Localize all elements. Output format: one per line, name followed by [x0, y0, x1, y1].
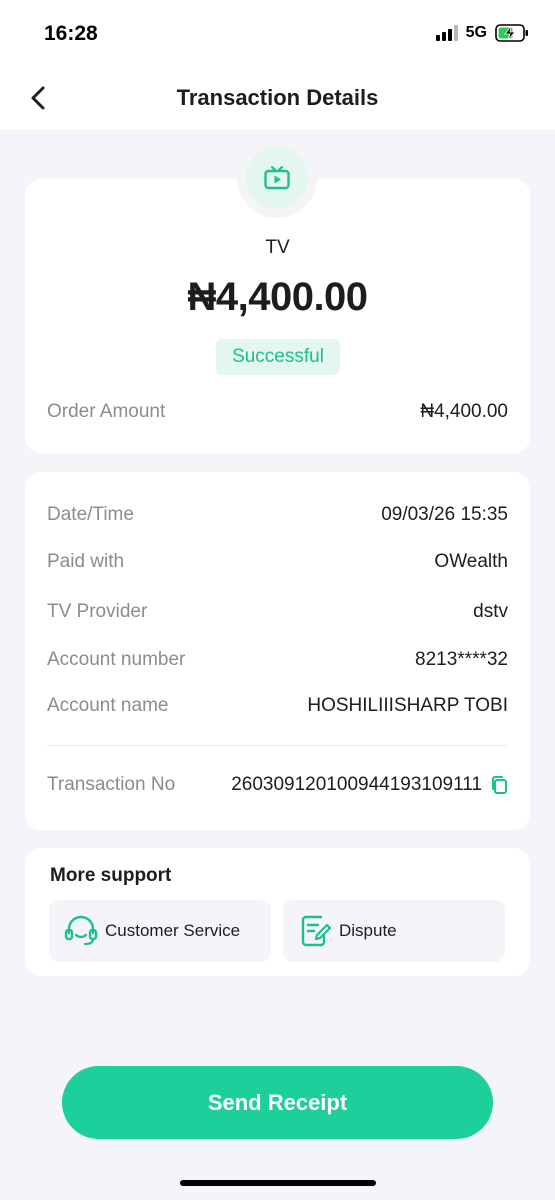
category-icon-wrapper: [237, 138, 317, 218]
transaction-no-label: Transaction No: [47, 774, 176, 795]
status-indicators: 5G: [435, 24, 529, 42]
transaction-amount: ₦4,400.00: [187, 275, 368, 319]
battery-charging-icon: [495, 24, 529, 42]
detail-value: OWealth: [434, 551, 508, 572]
dispute-form-icon: [295, 911, 335, 951]
detail-row-paid-with: Paid with OWealth: [47, 551, 508, 573]
signal-icon: [435, 25, 458, 41]
detail-row-account-number: Account number 8213****32: [47, 649, 508, 671]
detail-label: TV Provider: [47, 601, 148, 622]
send-receipt-button[interactable]: Send Receipt: [62, 1066, 493, 1139]
network-type: 5G: [465, 24, 487, 41]
detail-row-tv-provider: TV Provider dstv: [47, 601, 508, 623]
support-card: More support Customer Service Dispute: [25, 848, 530, 976]
order-amount-value: ₦4,400.00: [420, 401, 508, 422]
detail-label: Date/Time: [47, 504, 134, 525]
page-title: Transaction Details: [176, 85, 379, 110]
status-time: 16:28: [44, 22, 98, 45]
detail-value: HOSHILIIISHARP TOBI: [307, 695, 508, 716]
customer-service-label: Customer Service: [105, 921, 241, 940]
detail-value: dstv: [473, 601, 508, 622]
nav-header: Transaction Details: [0, 70, 555, 130]
detail-label: Account number: [47, 649, 186, 670]
dispute-label: Dispute: [339, 921, 397, 940]
status-bar: 16:28 5G: [0, 0, 555, 70]
detail-label: Account name: [47, 695, 169, 716]
dispute-button[interactable]: Dispute: [283, 900, 505, 962]
detail-value: 8213****32: [415, 649, 508, 670]
order-amount-row: Order Amount ₦4,400.00: [47, 401, 508, 423]
tv-icon: [246, 147, 308, 209]
copy-icon[interactable]: [490, 775, 508, 795]
transaction-no-value-group: 260309120100944193109111: [231, 774, 508, 796]
details-card: Date/Time 09/03/26 15:35 Paid with OWeal…: [25, 472, 530, 830]
detail-label: Paid with: [47, 551, 125, 572]
home-indicator: [180, 1180, 376, 1186]
customer-service-button[interactable]: Customer Service: [49, 900, 271, 962]
status-badge: Successful: [216, 339, 340, 375]
detail-row-account-name: Account name HOSHILIIISHARP TOBI: [47, 695, 508, 717]
headset-icon: [61, 911, 101, 951]
detail-row-datetime: Date/Time 09/03/26 15:35: [47, 504, 508, 526]
summary-card: TV ₦4,400.00 Successful Order Amount ₦4,…: [25, 179, 530, 453]
detail-value: 09/03/26 15:35: [381, 504, 508, 525]
divider: [47, 745, 508, 746]
transaction-no-value: 260309120100944193109111: [231, 774, 482, 795]
order-amount-label: Order Amount: [47, 401, 166, 422]
transaction-category: TV: [265, 237, 290, 258]
detail-row-transaction-no: Transaction No 260309120100944193109111: [47, 774, 508, 796]
support-title: More support: [50, 865, 172, 886]
